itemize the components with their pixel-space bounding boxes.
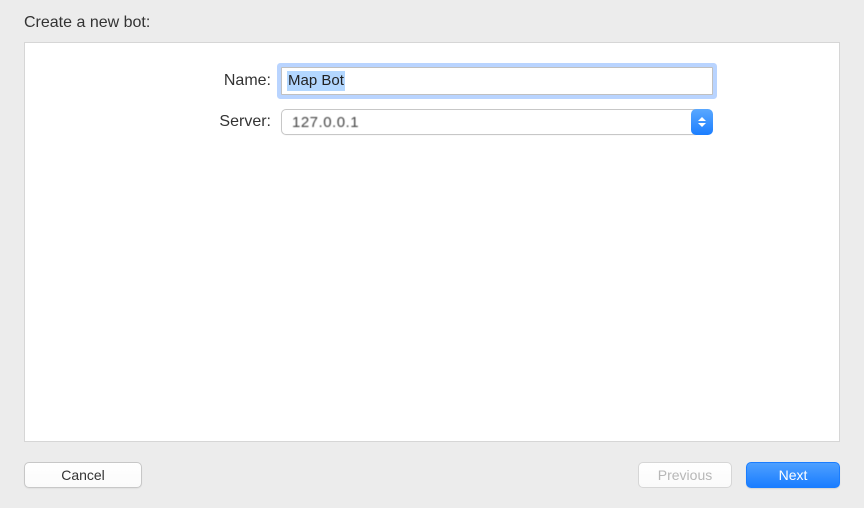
name-input-value: Map Bot	[287, 71, 345, 91]
server-select-value: 127.0.0.1	[292, 114, 359, 131]
server-label: Server:	[25, 113, 281, 131]
name-input[interactable]: Map Bot	[281, 67, 713, 95]
name-row: Name: Map Bot	[25, 67, 839, 95]
dropdown-arrow-icon	[691, 109, 713, 135]
page-title: Create a new bot:	[0, 0, 864, 42]
cancel-button[interactable]: Cancel	[24, 462, 142, 488]
server-select-body: 127.0.0.1	[281, 109, 696, 135]
server-row: Server: 127.0.0.1	[25, 109, 839, 135]
button-bar: Cancel Previous Next	[24, 462, 840, 488]
server-select[interactable]: 127.0.0.1	[281, 109, 713, 135]
form-panel: Name: Map Bot Server: 127.0.0.1	[24, 42, 840, 442]
previous-button: Previous	[638, 462, 732, 488]
next-button[interactable]: Next	[746, 462, 840, 488]
name-label: Name:	[25, 72, 281, 90]
